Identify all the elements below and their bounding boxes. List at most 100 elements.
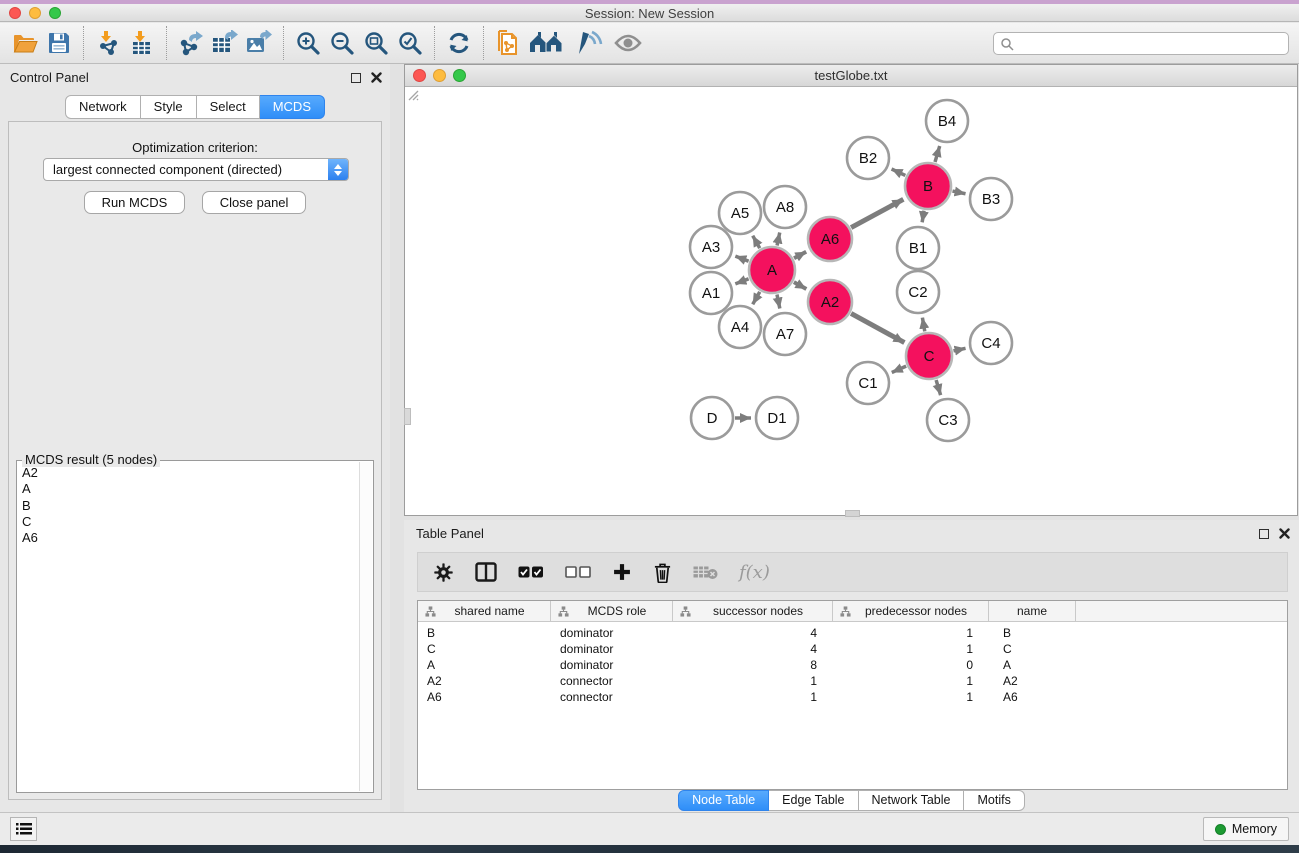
memory-button[interactable]: Memory xyxy=(1203,817,1289,841)
table-panel-title: Table Panel xyxy=(416,526,484,541)
graph-edge-A-A6[interactable] xyxy=(794,252,806,258)
table-row[interactable]: Bdominator41B xyxy=(418,625,1287,641)
tab-network[interactable]: Network xyxy=(65,95,141,119)
table-row[interactable]: Adominator80A xyxy=(418,657,1287,673)
open-file-icon[interactable] xyxy=(8,27,42,59)
resize-grip-icon[interactable] xyxy=(405,87,419,101)
graph-edge-A-A3[interactable] xyxy=(735,256,748,261)
mcds-result-item[interactable]: A xyxy=(22,481,359,497)
zoom-in-icon[interactable] xyxy=(291,27,325,59)
column-header-mcds-role[interactable]: MCDS role xyxy=(551,601,673,621)
zoom-fit-icon[interactable] xyxy=(359,27,393,59)
export-image-icon[interactable] xyxy=(242,27,276,59)
table-cell: C xyxy=(989,641,1076,657)
graph-edge-A-A8[interactable] xyxy=(777,232,780,245)
tab-mcds[interactable]: MCDS xyxy=(260,95,325,119)
hide-graphics-details-icon[interactable] xyxy=(611,27,645,59)
desktop-bottom-strip xyxy=(0,845,1299,853)
import-network-icon[interactable] xyxy=(91,27,125,59)
apply-layout-icon[interactable] xyxy=(442,27,476,59)
graph-edge-C-C3[interactable] xyxy=(936,380,940,395)
graph-edge-C-C4[interactable] xyxy=(953,348,965,351)
table-row[interactable]: Cdominator41C xyxy=(418,641,1287,657)
horizontal-scrollbar-thumb[interactable] xyxy=(845,510,860,517)
show-graphics-details-icon[interactable] xyxy=(569,27,611,59)
graph-node-label: B3 xyxy=(982,191,1000,208)
export-network-icon[interactable] xyxy=(174,27,208,59)
function-builder-icon[interactable]: f(x) xyxy=(739,562,770,583)
graph-edge-B-B3[interactable] xyxy=(952,191,965,194)
zoom-selected-icon[interactable] xyxy=(393,27,427,59)
column-header-empty xyxy=(1076,601,1287,621)
graph-edge-A2-C[interactable] xyxy=(851,313,904,342)
select-all-icon[interactable] xyxy=(518,566,544,579)
run-mcds-button[interactable]: Run MCDS xyxy=(84,191,186,214)
attribute-icon xyxy=(680,606,691,617)
graph-edge-C-C1[interactable] xyxy=(892,366,906,372)
memory-status-icon xyxy=(1215,824,1226,835)
graph-node-label: A1 xyxy=(702,285,720,302)
close-panel-icon[interactable] xyxy=(371,72,382,83)
search-box[interactable] xyxy=(993,32,1289,55)
table-row[interactable]: A6connector11A6 xyxy=(418,689,1287,705)
delete-table-icon[interactable] xyxy=(693,564,718,580)
tab-motifs[interactable]: Motifs xyxy=(964,790,1024,811)
graph-edge-C-C2[interactable] xyxy=(922,318,924,332)
column-header-shared-name[interactable]: shared name xyxy=(418,601,551,621)
column-header-predecessor-nodes[interactable]: predecessor nodes xyxy=(833,601,989,621)
float-panel-icon[interactable] xyxy=(351,73,361,83)
criterion-select[interactable]: largest connected component (directed) xyxy=(43,158,349,181)
graph-node-label: C3 xyxy=(938,412,957,429)
network-canvas[interactable]: B4B2BB3A5A8A6A3B1AA1C2A2A4A7CC4C1DD1C3 xyxy=(405,87,1297,515)
tab-node-table[interactable]: Node Table xyxy=(678,790,769,811)
import-table-icon[interactable] xyxy=(125,27,159,59)
column-selector-icon[interactable] xyxy=(475,562,497,582)
tab-network-table[interactable]: Network Table xyxy=(859,790,965,811)
table-cell: 1 xyxy=(673,689,833,705)
save-session-icon[interactable] xyxy=(42,27,76,59)
float-table-panel-icon[interactable] xyxy=(1259,529,1269,539)
graph-edge-B-B4[interactable] xyxy=(935,146,940,162)
table-row[interactable]: A2connector11A2 xyxy=(418,673,1287,689)
export-table-icon[interactable] xyxy=(208,27,242,59)
close-table-panel-icon[interactable] xyxy=(1279,528,1290,539)
attribute-icon xyxy=(425,606,436,617)
vertical-scrollbar-thumb[interactable] xyxy=(404,408,411,425)
network-graph: B4B2BB3A5A8A6A3B1AA1C2A2A4A7CC4C1DD1C3 xyxy=(405,87,1297,515)
table-cell: B xyxy=(989,625,1076,641)
column-header-name[interactable]: name xyxy=(989,601,1076,621)
table-cell: 1 xyxy=(833,689,989,705)
main-content: Control Panel Network Style Select MCDS … xyxy=(0,64,1299,812)
table-cell: 1 xyxy=(673,673,833,689)
graph-edge-A6-B[interactable] xyxy=(851,199,903,227)
graph-edge-A-A2[interactable] xyxy=(794,282,806,289)
task-history-button[interactable] xyxy=(10,817,37,841)
control-panel-tabs: Network Style Select MCDS xyxy=(0,95,390,119)
graph-edge-B-B1[interactable] xyxy=(922,211,924,223)
graph-edge-A-A5[interactable] xyxy=(753,236,760,249)
mcds-result-scrollbar[interactable] xyxy=(359,462,372,791)
add-column-icon[interactable] xyxy=(612,562,632,582)
tab-edge-table[interactable]: Edge Table xyxy=(769,790,858,811)
close-panel-button[interactable]: Close panel xyxy=(202,191,307,214)
column-header-successor-nodes[interactable]: successor nodes xyxy=(673,601,833,621)
settings-gear-icon[interactable] xyxy=(433,562,454,583)
deselect-all-icon[interactable] xyxy=(565,566,591,579)
graph-edge-B-B2[interactable] xyxy=(892,169,906,175)
mcds-result-item[interactable]: C xyxy=(22,514,359,530)
graph-edge-A-A1[interactable] xyxy=(735,279,748,284)
delete-column-icon[interactable] xyxy=(653,562,672,583)
new-network-icon[interactable] xyxy=(491,27,525,59)
graph-edge-A-A7[interactable] xyxy=(777,294,780,308)
mcds-result-item[interactable]: A2 xyxy=(22,465,359,481)
tab-select[interactable]: Select xyxy=(197,95,260,119)
tab-style[interactable]: Style xyxy=(141,95,197,119)
mcds-result-item[interactable]: A6 xyxy=(22,530,359,546)
first-neighbors-icon[interactable] xyxy=(525,27,569,59)
search-input[interactable] xyxy=(1014,34,1288,53)
graph-node-label: C1 xyxy=(858,375,877,392)
graph-edge-A-A4[interactable] xyxy=(753,292,760,305)
table-cell: A xyxy=(989,657,1076,673)
zoom-out-icon[interactable] xyxy=(325,27,359,59)
mcds-result-item[interactable]: B xyxy=(22,498,359,514)
